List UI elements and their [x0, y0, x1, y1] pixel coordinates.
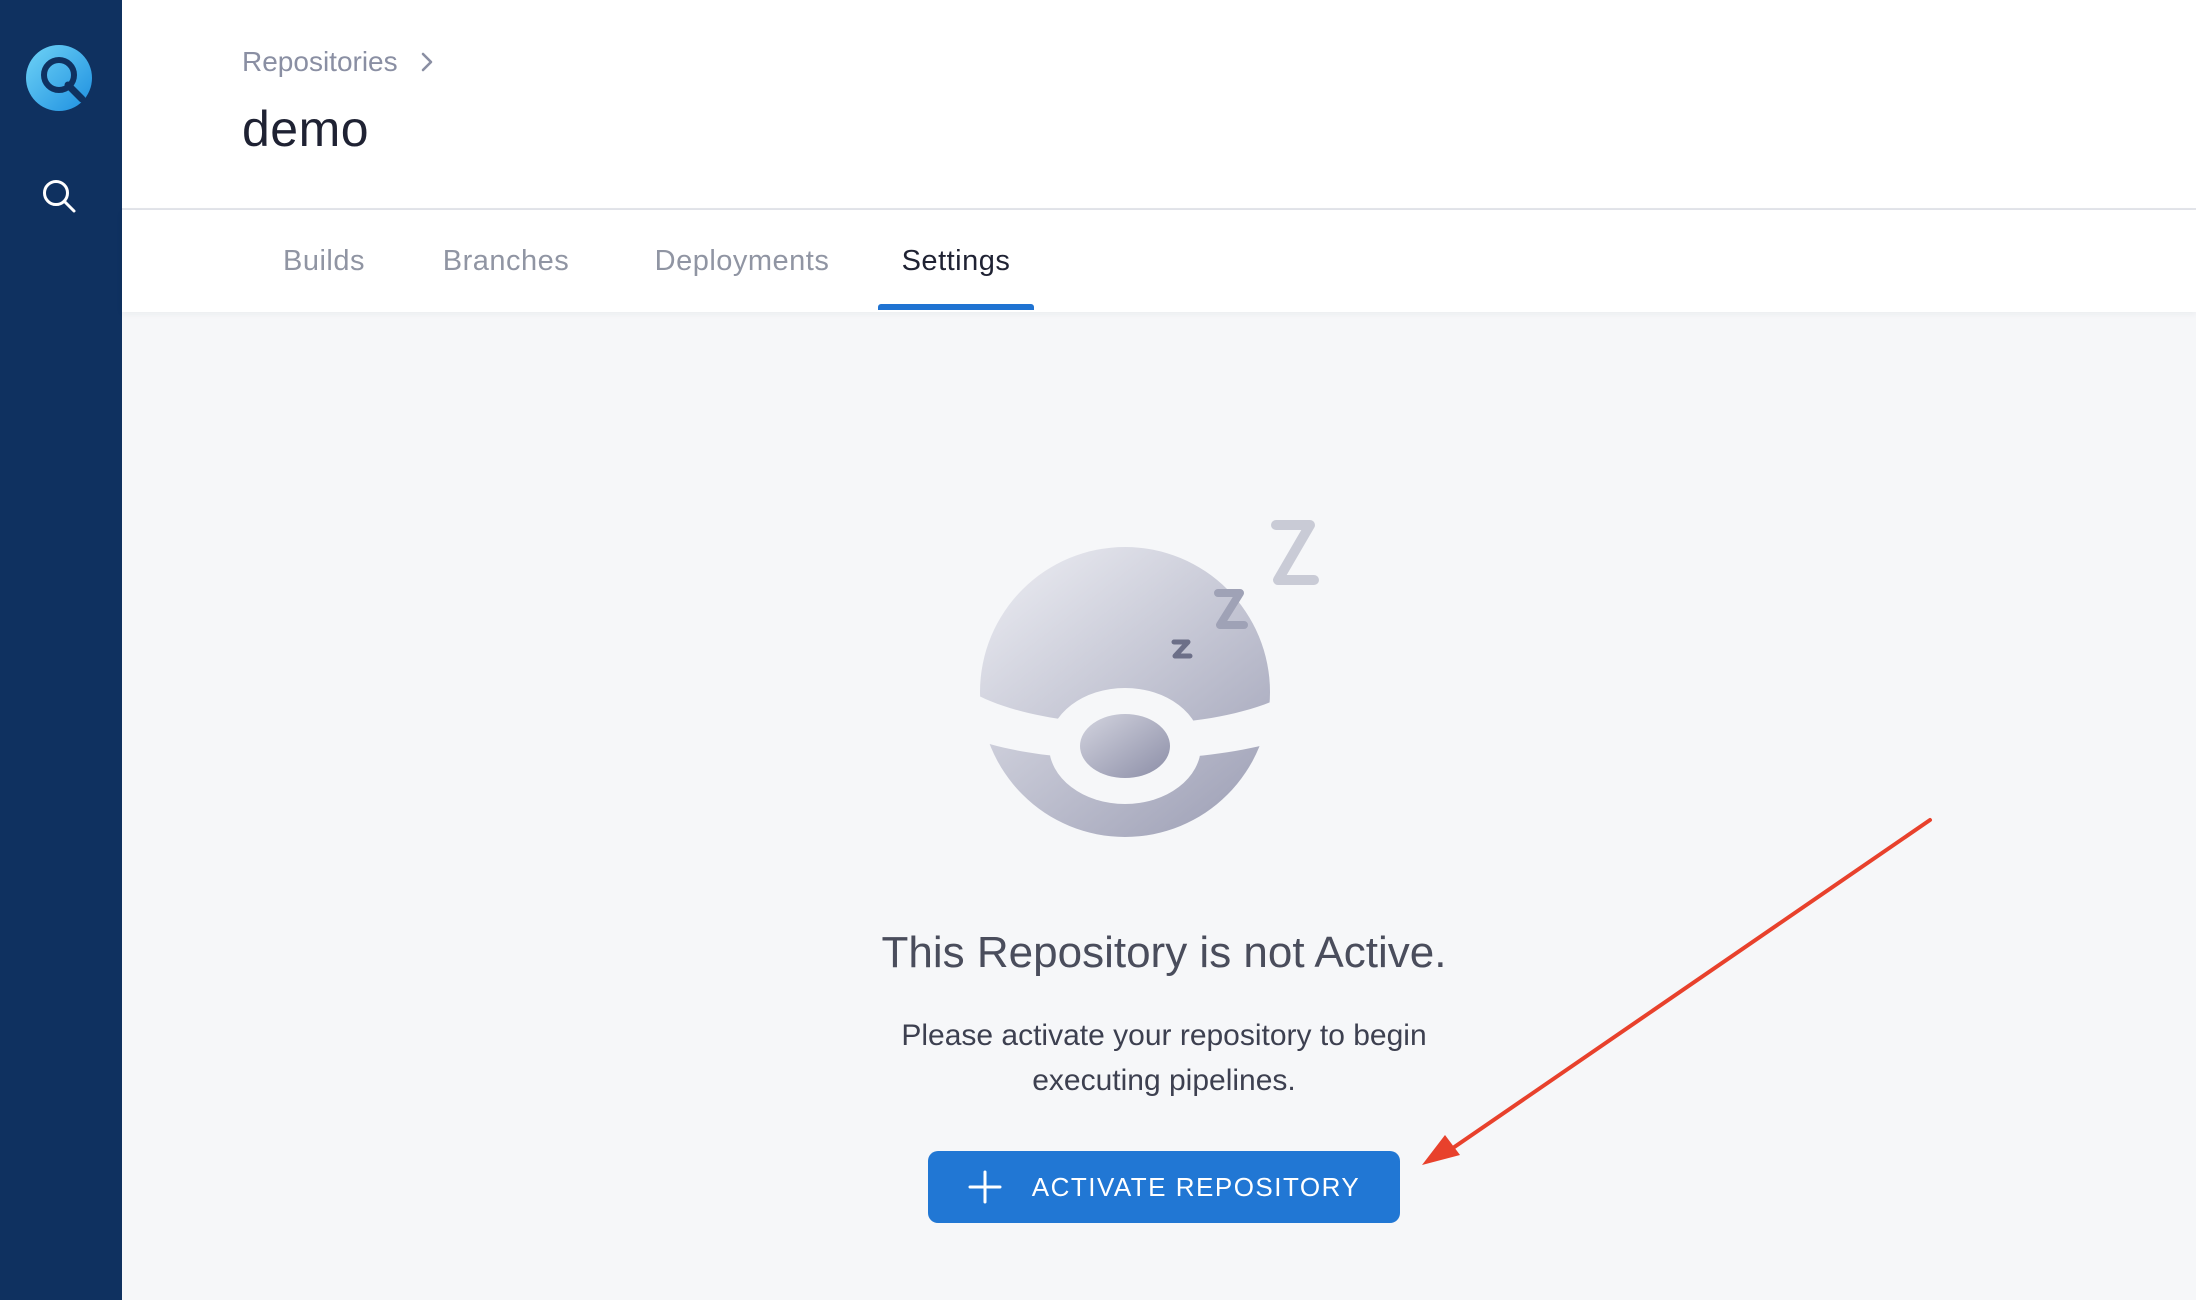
chevron-right-icon	[421, 52, 432, 72]
activate-repository-label: ACTIVATE REPOSITORY	[1031, 1171, 1361, 1202]
tab-deployments[interactable]: Deployments	[628, 210, 856, 312]
empty-state-description-line2: executing pipelines.	[1032, 1064, 1296, 1097]
breadcrumb-repositories-link[interactable]: Repositories	[242, 46, 398, 78]
page-title: demo	[242, 101, 370, 157]
sidebar	[0, 0, 122, 1300]
sleeping-ball-illustration	[970, 520, 1319, 837]
tab-settings[interactable]: Settings	[888, 210, 1024, 312]
plus-icon	[968, 1170, 1002, 1204]
page-header: Repositories demo	[122, 0, 2196, 210]
breadcrumb: Repositories	[242, 46, 434, 78]
app-logo-icon[interactable]	[24, 41, 94, 115]
activate-repository-button[interactable]: ACTIVATE REPOSITORY	[928, 1151, 1400, 1223]
active-tab-indicator	[878, 304, 1034, 310]
search-icon[interactable]	[40, 177, 78, 215]
tab-builds[interactable]: Builds	[262, 210, 386, 312]
tab-bar: Builds Branches Deployments Settings	[122, 210, 2196, 312]
tab-branches[interactable]: Branches	[416, 210, 596, 312]
annotation-arrow-icon	[1422, 818, 1932, 1165]
empty-state-description-line1: Please activate your repository to begin	[901, 1019, 1427, 1052]
